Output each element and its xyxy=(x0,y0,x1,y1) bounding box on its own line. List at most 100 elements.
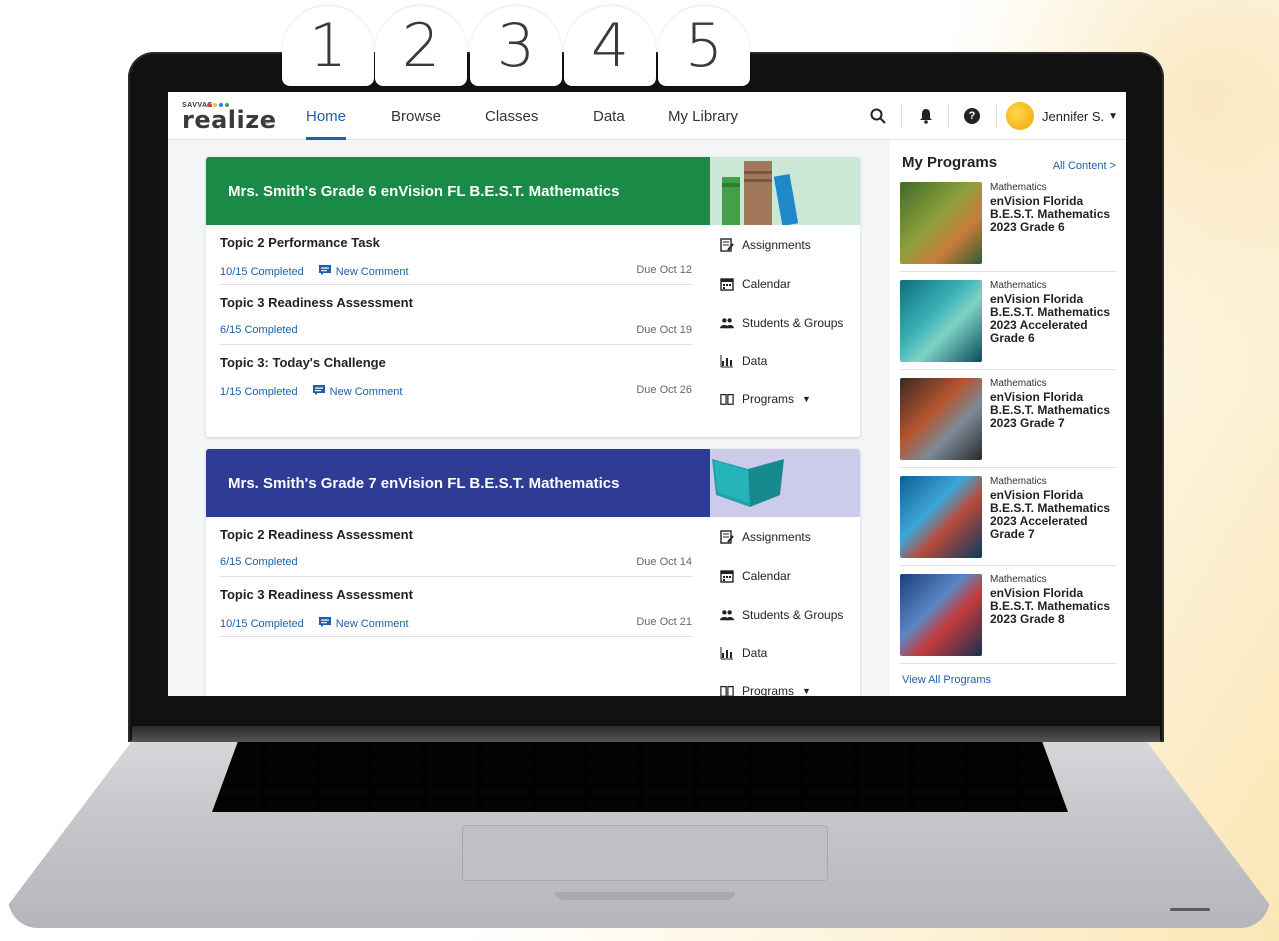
laptop-keyboard xyxy=(212,742,1068,812)
assignment-title[interactable]: Topic 3 Readiness Assessment xyxy=(220,295,413,310)
header-divider xyxy=(948,104,949,128)
program-item[interactable]: Mathematics enVision Florida B.E.S.T. Ma… xyxy=(900,274,1116,370)
tab-my-library[interactable]: My Library xyxy=(668,92,738,140)
chevron-down-icon: ▼ xyxy=(802,394,811,404)
completion-link[interactable]: 10/15 Completed xyxy=(220,618,304,630)
program-thumbnail xyxy=(900,378,982,460)
chevron-down-icon: ▼ xyxy=(1108,110,1119,122)
assignment-row[interactable]: Topic 3 Readiness Assessment 6/15 Comple… xyxy=(220,295,692,345)
new-comment-link[interactable]: New Comment xyxy=(318,616,409,631)
my-programs-title: My Programs xyxy=(902,154,998,171)
class-card: Mrs. Smith's Grade 7 enVision FL B.E.S.T… xyxy=(206,449,860,696)
header-divider xyxy=(996,104,997,128)
students-icon xyxy=(720,608,734,622)
due-date: Due Oct 19 xyxy=(636,324,692,336)
divider xyxy=(220,344,692,345)
assignments-icon xyxy=(720,530,734,544)
completion-link[interactable]: 6/15 Completed xyxy=(220,556,298,568)
program-item[interactable]: Mathematics enVision Florida B.E.S.T. Ma… xyxy=(900,568,1116,664)
book-icon xyxy=(720,392,734,406)
menu-students-groups[interactable]: Students & Groups xyxy=(720,313,843,333)
view-all-programs-link[interactable]: View All Programs xyxy=(902,674,991,686)
tab-home[interactable]: Home xyxy=(306,92,347,140)
due-date: Due Oct 26 xyxy=(636,384,692,396)
notification-bell-icon[interactable] xyxy=(916,106,936,126)
my-programs-panel: My Programs All Content > Mathematics en… xyxy=(890,140,1126,696)
program-item[interactable]: Mathematics enVision Florida B.E.S.T. Ma… xyxy=(900,372,1116,468)
laptop-led xyxy=(1170,908,1210,911)
book-icon xyxy=(720,684,734,696)
number-badge-1: 1 xyxy=(282,6,374,86)
program-thumbnail xyxy=(900,280,982,362)
user-name: Jennifer S. xyxy=(1042,108,1105,124)
due-date: Due Oct 21 xyxy=(636,616,692,628)
number-badge-2: 2 xyxy=(375,6,467,86)
chevron-down-icon: ▼ xyxy=(802,686,811,696)
avatar[interactable] xyxy=(1006,102,1034,130)
laptop-front-notch xyxy=(555,892,735,900)
new-comment-link[interactable]: New Comment xyxy=(312,384,402,399)
menu-assignments[interactable]: Assignments xyxy=(720,235,811,255)
help-icon[interactable]: ? xyxy=(964,108,980,124)
header-divider xyxy=(901,104,902,128)
divider xyxy=(220,284,692,285)
program-item[interactable]: Mathematics enVision Florida B.E.S.T. Ma… xyxy=(900,176,1116,272)
savvas-realize-logo[interactable]: SAVVAS realize TM xyxy=(182,102,276,134)
laptop-hinge xyxy=(132,726,1160,742)
assignment-row[interactable]: Topic 3: Today's Challenge 1/15 Complete… xyxy=(220,355,692,405)
program-thumbnail xyxy=(900,182,982,264)
divider xyxy=(220,576,692,577)
students-icon xyxy=(720,316,734,330)
program-thumbnail xyxy=(900,574,982,656)
number-badge-5: 5 xyxy=(658,6,750,86)
completion-link[interactable]: 6/15 Completed xyxy=(220,324,298,336)
comment-icon xyxy=(318,264,332,279)
books-illustration xyxy=(710,157,860,227)
menu-assignments[interactable]: Assignments xyxy=(720,527,811,547)
assignment-row[interactable]: Topic 2 Readiness Assessment 6/15 Comple… xyxy=(220,527,692,577)
assignment-row[interactable]: Topic 3 Readiness Assessment 10/15 Compl… xyxy=(220,587,692,637)
assignment-title[interactable]: Topic 2 Readiness Assessment xyxy=(220,527,413,542)
menu-data[interactable]: Data xyxy=(720,643,767,663)
comment-icon xyxy=(312,384,326,399)
laptop-trackpad xyxy=(462,825,828,881)
new-comment-link[interactable]: New Comment xyxy=(318,264,409,279)
comment-icon xyxy=(318,616,332,631)
divider xyxy=(220,636,692,637)
assignments-icon xyxy=(720,238,734,252)
menu-data[interactable]: Data xyxy=(720,351,767,371)
calendar-icon xyxy=(720,277,734,291)
menu-programs[interactable]: Programs ▼ xyxy=(720,681,811,696)
number-badge-3: 3 xyxy=(470,6,562,86)
bar-chart-icon xyxy=(720,646,734,660)
app-screen: SAVVAS realize TM Home Browse Classes Da… xyxy=(168,92,1126,696)
open-book-illustration xyxy=(710,449,860,517)
program-item[interactable]: Mathematics enVision Florida B.E.S.T. Ma… xyxy=(900,470,1116,566)
menu-students-groups[interactable]: Students & Groups xyxy=(720,605,843,625)
menu-calendar[interactable]: Calendar xyxy=(720,274,791,294)
assignment-title[interactable]: Topic 3: Today's Challenge xyxy=(220,355,386,370)
class-card-title[interactable]: Mrs. Smith's Grade 7 enVision FL B.E.S.T… xyxy=(206,449,710,517)
search-icon[interactable] xyxy=(868,106,888,126)
assignment-title[interactable]: Topic 3 Readiness Assessment xyxy=(220,587,413,602)
completion-link[interactable]: 10/15 Completed xyxy=(220,266,304,278)
bar-chart-icon xyxy=(720,354,734,368)
menu-calendar[interactable]: Calendar xyxy=(720,566,791,586)
program-thumbnail xyxy=(900,476,982,558)
menu-programs[interactable]: Programs ▼ xyxy=(720,389,811,409)
assignment-row[interactable]: Topic 2 Performance Task 10/15 Completed… xyxy=(220,235,692,285)
calendar-icon xyxy=(720,569,734,583)
due-date: Due Oct 14 xyxy=(636,556,692,568)
number-badge-4: 4 xyxy=(564,6,656,86)
class-card-title[interactable]: Mrs. Smith's Grade 6 enVision FL B.E.S.T… xyxy=(206,157,710,225)
due-date: Due Oct 12 xyxy=(636,264,692,276)
tab-classes[interactable]: Classes xyxy=(485,92,538,140)
class-card: Mrs. Smith's Grade 6 enVision FL B.E.S.T… xyxy=(206,157,860,437)
user-menu[interactable]: Jennifer S. ▼ xyxy=(1042,92,1118,140)
tab-data[interactable]: Data xyxy=(593,92,625,140)
completion-link[interactable]: 1/15 Completed xyxy=(220,386,298,398)
tab-browse[interactable]: Browse xyxy=(391,92,441,140)
all-content-link[interactable]: All Content > xyxy=(1053,160,1116,172)
assignment-title[interactable]: Topic 2 Performance Task xyxy=(220,235,380,250)
top-navigation-bar: SAVVAS realize TM Home Browse Classes Da… xyxy=(168,92,1126,140)
